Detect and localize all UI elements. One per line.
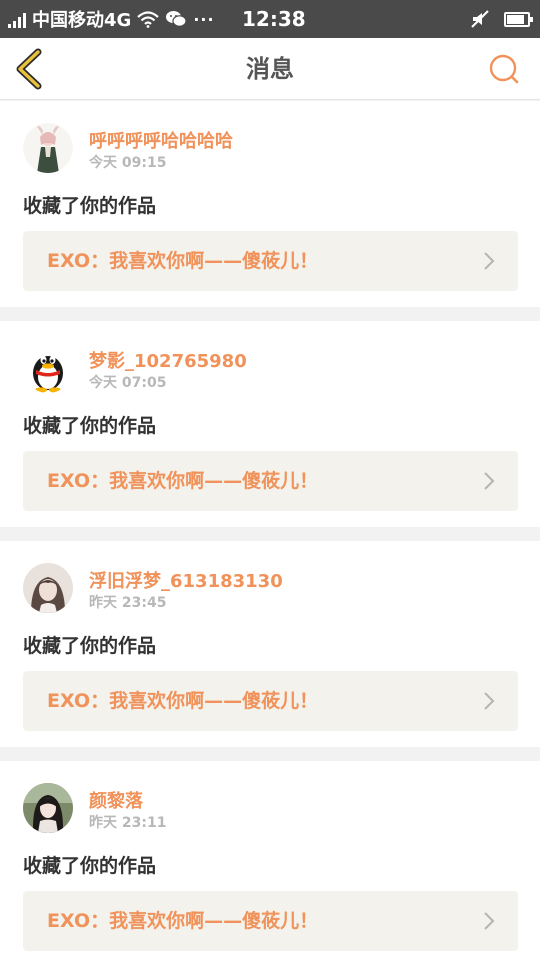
work-title: EXO：我喜欢你啊——傻莜儿！ [47, 470, 319, 492]
username[interactable]: 呼呼呼呼哈哈哈哈 [89, 127, 233, 153]
avatar[interactable] [23, 783, 73, 833]
search-icon[interactable] [488, 53, 520, 85]
timestamp: 昨天 23:45 [89, 595, 167, 611]
work-link[interactable]: EXO：我喜欢你啊——傻莜儿！ [23, 451, 518, 511]
clock: 12:38 [242, 7, 306, 31]
chevron-right-icon [484, 692, 495, 710]
nav-bar: 消息 [0, 38, 540, 100]
message-item: 梦影_102765980 今天 07:05 收藏了你的作品 EXO：我喜欢你啊—… [0, 321, 540, 527]
message-item: 浮旧浮梦_613183130 昨天 23:45 收藏了你的作品 EXO：我喜欢你… [0, 541, 540, 747]
avatar[interactable] [23, 563, 73, 613]
status-bar: 中国移动4G ··· 12:38 [0, 0, 540, 38]
username[interactable]: 梦影_102765980 [89, 347, 247, 373]
chevron-right-icon [484, 472, 495, 490]
avatar[interactable] [23, 343, 73, 393]
work-link[interactable]: EXO：我喜欢你啊——傻莜儿！ [23, 231, 518, 291]
action-text: 收藏了你的作品 [23, 855, 157, 877]
message-item: 呼呼呼呼哈哈哈哈 今天 09:15 收藏了你的作品 EXO：我喜欢你啊——傻莜儿… [0, 101, 540, 307]
work-title: EXO：我喜欢你啊——傻莜儿！ [47, 910, 319, 932]
timestamp: 今天 09:15 [89, 155, 167, 171]
username[interactable]: 浮旧浮梦_613183130 [89, 567, 283, 593]
wechat-icon [166, 11, 187, 27]
page-title: 消息 [246, 55, 294, 83]
more-dots-icon: ··· [193, 9, 215, 29]
message-list: 呼呼呼呼哈哈哈哈 今天 09:15 收藏了你的作品 EXO：我喜欢你啊——傻莜儿… [0, 101, 540, 960]
action-text: 收藏了你的作品 [23, 635, 157, 657]
wifi-icon [137, 11, 160, 28]
mute-icon [471, 10, 489, 28]
chevron-right-icon [484, 252, 495, 270]
work-link[interactable]: EXO：我喜欢你啊——傻莜儿！ [23, 891, 518, 951]
work-link[interactable]: EXO：我喜欢你啊——傻莜儿！ [23, 671, 518, 731]
signal-icon [8, 10, 26, 28]
battery-icon [504, 11, 533, 27]
timestamp: 今天 07:05 [89, 375, 167, 391]
message-item: 颜黎落 昨天 23:11 收藏了你的作品 EXO：我喜欢你啊——傻莜儿！ [0, 761, 540, 960]
timestamp: 昨天 23:11 [89, 815, 167, 831]
work-title: EXO：我喜欢你啊——傻莜儿！ [47, 690, 319, 712]
work-title: EXO：我喜欢你啊——傻莜儿！ [47, 250, 319, 272]
action-text: 收藏了你的作品 [23, 195, 157, 217]
chevron-right-icon [484, 912, 495, 930]
username[interactable]: 颜黎落 [89, 787, 143, 813]
avatar[interactable] [23, 123, 73, 173]
carrier-label: 中国移动4G [32, 10, 132, 31]
action-text: 收藏了你的作品 [23, 415, 157, 437]
